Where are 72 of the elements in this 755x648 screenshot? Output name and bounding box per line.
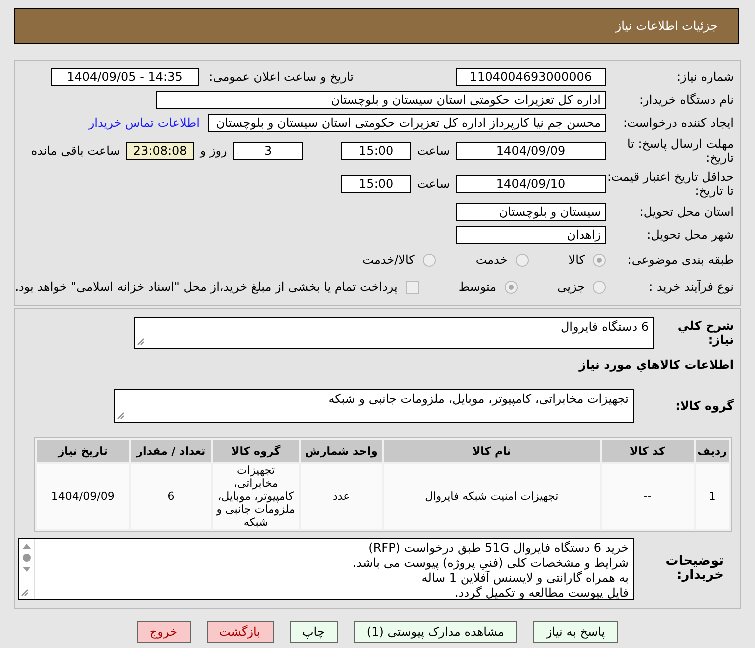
section-heading: اطلاعات کالاهاي مورد نياز	[578, 358, 734, 372]
city-field: زاهدان	[456, 226, 606, 244]
table-cell: 1404/09/09	[37, 464, 130, 529]
field-label: نوع فرآیند خرید :	[648, 280, 734, 294]
action-button[interactable]: خروج	[136, 621, 190, 643]
resize-grip-icon	[117, 412, 125, 420]
table-cell: تجهیزات مخابراتی، کامپیوتر، موبایل، ملزومات جانبی و شبکه	[213, 464, 299, 529]
page-title: جزئیات اطلاعات نیاز	[616, 19, 718, 33]
field-label: گروه کالا:	[674, 399, 734, 413]
radio-label: متوسط	[458, 280, 497, 294]
radio-button[interactable]	[422, 254, 436, 266]
date-field: 1404/09/09	[456, 142, 606, 160]
radio-button[interactable]	[593, 280, 606, 294]
field-label: توضیحات خریدار:	[664, 555, 724, 583]
remaining-label: ساعت باقی مانده	[31, 144, 120, 158]
radio-button[interactable]	[516, 254, 529, 266]
announce-date-field: 1404/09/05 - 14:35	[51, 68, 199, 86]
radio-button[interactable]	[593, 254, 606, 266]
column-header: گروه کالا	[213, 440, 299, 462]
radio-label: خدمت	[476, 253, 508, 267]
resize-grip-icon	[137, 338, 145, 346]
column-header: تاریخ نیاز	[37, 440, 130, 462]
days-field: 3	[233, 142, 304, 160]
table-cell: عدد	[300, 464, 382, 529]
column-header: ردیف	[696, 440, 729, 462]
table-cell: 1	[696, 464, 729, 529]
field-label: تاریخ و ساعت اعلان عمومی:	[208, 70, 354, 84]
need-number-field: 1104004693000006	[456, 68, 606, 86]
note-line: شرایط و مشخصات کلی (فني پروژه) پیوست می باشد.	[352, 556, 629, 571]
field-label: طبقه بندی موضوعی:	[626, 253, 734, 267]
days-label: روز و	[200, 144, 228, 158]
column-header: تعداد / مقدار	[131, 440, 212, 462]
resize-grip-icon	[21, 589, 29, 597]
field-label: شرح کلي نياز:	[676, 319, 734, 347]
table-cell: --	[602, 464, 694, 529]
action-button[interactable]: پاسخ به نیاز	[533, 621, 618, 643]
checkbox[interactable]	[406, 280, 419, 294]
date-field: 1404/09/10	[456, 175, 606, 193]
field-label: ایجاد کننده درخواست:	[622, 116, 734, 130]
requester-field: محسن جم نیا کارپرداز اداره کل تعزیرات حکومتی استان سیستان و بلوچستان	[208, 114, 606, 132]
note-line: خرید 6 دستگاه فایروال 51G طبق درخواست (RFP)	[368, 541, 629, 556]
time-label: ساعت	[417, 144, 450, 158]
time-field: 15:00	[341, 142, 412, 160]
field-label: حداقل تاریخ اعتبار قیمت: تا تاریخ:	[606, 170, 734, 198]
field-label: شهر محل تحویل:	[646, 228, 734, 242]
radio-button[interactable]	[504, 280, 518, 294]
action-button[interactable]: مشاهده مدارک پیوستی (1)	[354, 621, 518, 643]
table-cell: 6	[131, 464, 212, 529]
checkbox-label: پرداخت تمام یا بخشی از مبلغ خرید،از محل "اسناد خزانه اسلامی" خواهد بود.	[15, 280, 398, 294]
column-header: کد کالا	[602, 440, 694, 462]
column-header: واحد شمارش	[300, 440, 382, 462]
column-header: نام کالا	[384, 440, 600, 462]
table-cell: تجهیزات امنیت شبکه فایروال	[384, 464, 600, 529]
buyer-org-field: اداره کل تعزیرات حکومتی استان سیستان و بلوچستان	[156, 91, 606, 109]
remaining-time-field: 23:08:08	[126, 142, 194, 160]
time-label: ساعت	[417, 177, 450, 191]
radio-label: کالا	[568, 253, 585, 267]
field-label: استان محل تحویل:	[638, 205, 734, 219]
province-field: سیستان و بلوچستان	[456, 203, 606, 221]
scroll-arrows-icon	[22, 543, 32, 573]
action-button[interactable]: چاپ	[290, 621, 338, 643]
field-label: نام دستگاه خریدار:	[638, 93, 734, 107]
description-text: 6 دستگاه فایروال	[560, 320, 649, 334]
action-button[interactable]: بازگشت	[206, 621, 274, 643]
time-field: 15:00	[341, 175, 412, 193]
goods-group-text: تجهیزات مخابراتی، کامپیوتر، موبایل، ملزومات جانبی و شبکه	[328, 392, 629, 406]
field-label: مهلت ارسال پاسخ: تا تاریخ:	[626, 137, 734, 165]
field-label: شماره نیاز:	[676, 70, 734, 84]
radio-label: کالا/خدمت	[362, 253, 415, 267]
radio-label: جزیی	[558, 280, 585, 294]
note-line: به همراه گارانتی و لایسنس آفلاین 1 ساله	[420, 571, 629, 586]
contact-link[interactable]: اطلاعات تماس خریدار	[88, 116, 200, 130]
